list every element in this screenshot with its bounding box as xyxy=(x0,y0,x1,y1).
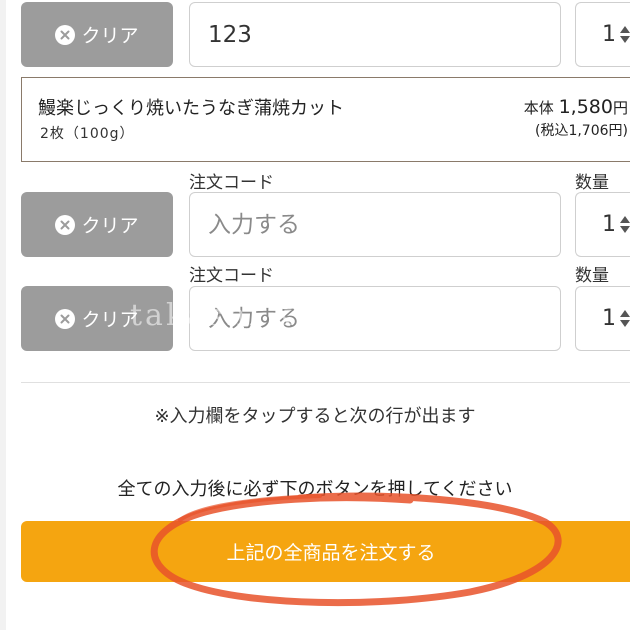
clear-button-label: クリア xyxy=(81,215,139,237)
order-code-label: 注文コード xyxy=(189,173,274,193)
price-value: 1,580 xyxy=(558,96,613,118)
product-price-tax: (税込1,706円) xyxy=(534,123,628,139)
close-circle-icon xyxy=(55,24,76,45)
product-quantity: 2枚（100g） xyxy=(40,126,135,142)
order-code-input[interactable] xyxy=(189,192,561,257)
order-code-input[interactable] xyxy=(189,2,561,67)
quantity-label: 数量 xyxy=(575,266,609,286)
clear-button[interactable]: クリア xyxy=(21,286,173,351)
product-price: 本体 1,580円 xyxy=(524,96,628,118)
input-hint-note: ※入力欄をタップすると次の行が出ます xyxy=(154,406,476,427)
order-code-label: 注文コード xyxy=(189,266,274,286)
spinner-arrows-icon[interactable] xyxy=(620,310,630,327)
order-instruction: 全ての入力後に必ず下のボタンを押してください xyxy=(117,479,513,500)
clear-button-label: クリア xyxy=(81,309,139,331)
quantity-stepper[interactable]: 1 xyxy=(575,286,630,351)
divider xyxy=(21,382,630,383)
order-all-button[interactable]: 上記の全商品を注文する xyxy=(21,521,630,582)
close-circle-icon xyxy=(55,308,76,329)
clear-button-label: クリア xyxy=(81,25,139,47)
price-prefix: 本体 xyxy=(523,99,559,117)
product-card: 鰻楽じっくり焼いたうなぎ蒲焼カット 2枚（100g） 本体 1,580円 (税込… xyxy=(21,77,630,162)
quantity-value: 1 xyxy=(602,22,616,47)
spinner-arrows-icon[interactable] xyxy=(620,26,630,43)
quantity-stepper[interactable]: 1 xyxy=(575,2,630,67)
clear-button[interactable]: クリア xyxy=(21,2,173,67)
price-suffix: 円 xyxy=(612,99,628,117)
clear-button[interactable]: クリア xyxy=(21,192,173,257)
close-circle-icon xyxy=(55,214,76,235)
quantity-stepper[interactable]: 1 xyxy=(575,192,630,257)
order-code-input[interactable] xyxy=(189,286,561,351)
order-all-button-label: 上記の全商品を注文する xyxy=(226,542,436,564)
spinner-arrows-icon[interactable] xyxy=(620,216,630,233)
quantity-value: 1 xyxy=(602,212,616,237)
quantity-value: 1 xyxy=(602,306,616,331)
product-name: 鰻楽じっくり焼いたうなぎ蒲焼カット xyxy=(38,98,344,119)
quantity-label: 数量 xyxy=(575,173,609,193)
